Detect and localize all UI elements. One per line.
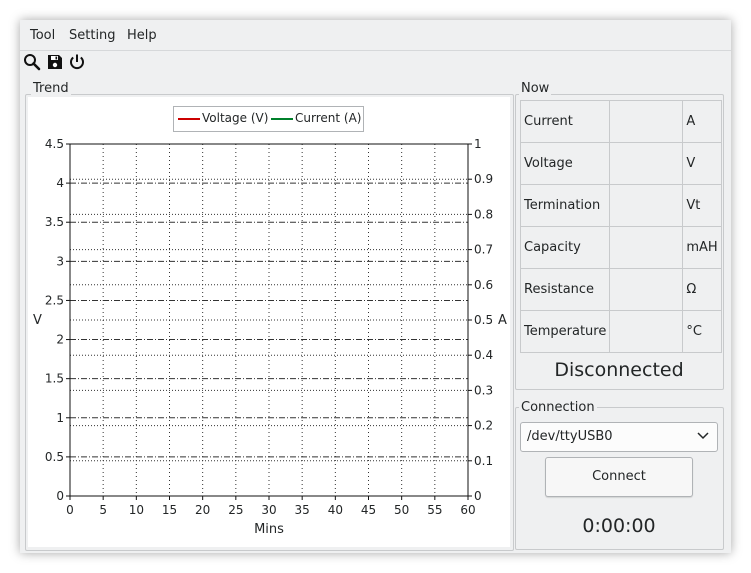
y-tick-label: 4.5	[45, 137, 64, 151]
now-row-resistance: Resistance Ω	[519, 268, 722, 311]
x-tick-label: 30	[261, 503, 276, 517]
y2-tick-label: 0.6	[474, 278, 493, 292]
now-unit-voltage: V	[682, 142, 722, 185]
now-label-termination: Termination	[519, 184, 611, 227]
connection-group-title: Connection	[519, 400, 597, 415]
now-value-capacity	[609, 226, 684, 269]
now-row-capacity: Capacity mAH	[519, 226, 722, 269]
y-tick-label: 0	[56, 489, 64, 503]
x-tick-label: 0	[66, 503, 74, 517]
now-value-temperature	[609, 310, 684, 353]
now-label-temperature: Temperature	[519, 310, 611, 353]
x-tick-label: 35	[295, 503, 310, 517]
x-tick-label: 60	[460, 503, 475, 517]
now-row-voltage: Voltage V	[519, 142, 722, 185]
now-row-termination: Termination Vt	[519, 184, 722, 227]
y2-tick-label: 0.9	[474, 172, 493, 186]
x-tick-label: 45	[361, 503, 376, 517]
now-label-capacity: Capacity	[519, 226, 611, 269]
y2-tick-label: 0.5	[474, 313, 493, 327]
legend-label-voltage: Voltage (V)	[202, 111, 269, 125]
now-value-termination	[609, 184, 684, 227]
x-tick-label: 10	[129, 503, 144, 517]
now-value-voltage	[609, 142, 684, 185]
elapsed-timer: 0:00:00	[582, 515, 656, 537]
now-unit-current: A	[682, 100, 722, 143]
y2-axis-label: A	[498, 313, 507, 328]
x-tick-label: 40	[328, 503, 343, 517]
y-tick-label: 3	[56, 254, 64, 268]
now-value-current	[609, 100, 684, 143]
y-tick-label: 1.5	[45, 372, 64, 386]
now-unit-capacity: mAH	[682, 226, 722, 269]
now-table: Current A Voltage V Termination Vt Capac…	[519, 100, 722, 353]
now-label-current: Current	[519, 100, 611, 143]
legend-label-current: Current (A)	[295, 111, 362, 125]
connection-status: Disconnected	[554, 359, 684, 381]
y2-tick-label: 0.2	[474, 419, 493, 433]
now-row-current: Current A	[519, 100, 722, 143]
x-tick-label: 5	[99, 503, 107, 517]
app-window: Tool Setting Help Trend 0 5 10 15 20 25 30 35 40…	[20, 20, 731, 553]
now-label-voltage: Voltage	[519, 142, 611, 185]
now-value-resistance	[609, 268, 684, 311]
now-row-temperature: Temperature °C	[519, 310, 722, 353]
legend-swatch-voltage	[178, 118, 200, 120]
y-tick-label: 2	[56, 333, 64, 347]
connect-button[interactable]: Connect	[545, 457, 693, 497]
port-select[interactable]: /dev/ttyUSB0	[520, 422, 718, 452]
chevron-down-icon	[697, 432, 709, 440]
y2-tick-label: 0.8	[474, 207, 493, 221]
y-tick-label: 4	[56, 176, 64, 190]
x-tick-label: 25	[228, 503, 243, 517]
y-tick-label: 2.5	[45, 293, 64, 307]
now-unit-resistance: Ω	[682, 268, 722, 311]
chart-legend: Voltage (V) Current (A)	[173, 106, 364, 132]
y2-tick-label: 0	[474, 489, 482, 503]
y-axis-label: V	[33, 313, 42, 328]
x-tick-label: 20	[195, 503, 210, 517]
y-tick-label: 1	[56, 411, 64, 425]
now-group-title: Now	[519, 81, 552, 96]
y2-tick-label: 0.3	[474, 383, 493, 397]
legend-swatch-current	[271, 118, 293, 120]
x-tick-label: 50	[394, 503, 409, 517]
y2-tick-label: 0.1	[474, 454, 493, 468]
port-select-value: /dev/ttyUSB0	[527, 429, 613, 444]
x-tick-label: 15	[162, 503, 177, 517]
y2-tick-label: 1	[474, 137, 482, 151]
y-tick-label: 3.5	[45, 215, 64, 229]
now-unit-termination: Vt	[682, 184, 722, 227]
x-axis-label: Mins	[254, 522, 284, 537]
y2-tick-label: 0.4	[474, 348, 493, 362]
now-unit-temperature: °C	[682, 310, 722, 353]
now-label-resistance: Resistance	[519, 268, 611, 311]
y-tick-label: 0.5	[45, 450, 64, 464]
x-tick-label: 55	[427, 503, 442, 517]
y2-tick-label: 0.7	[474, 243, 493, 257]
